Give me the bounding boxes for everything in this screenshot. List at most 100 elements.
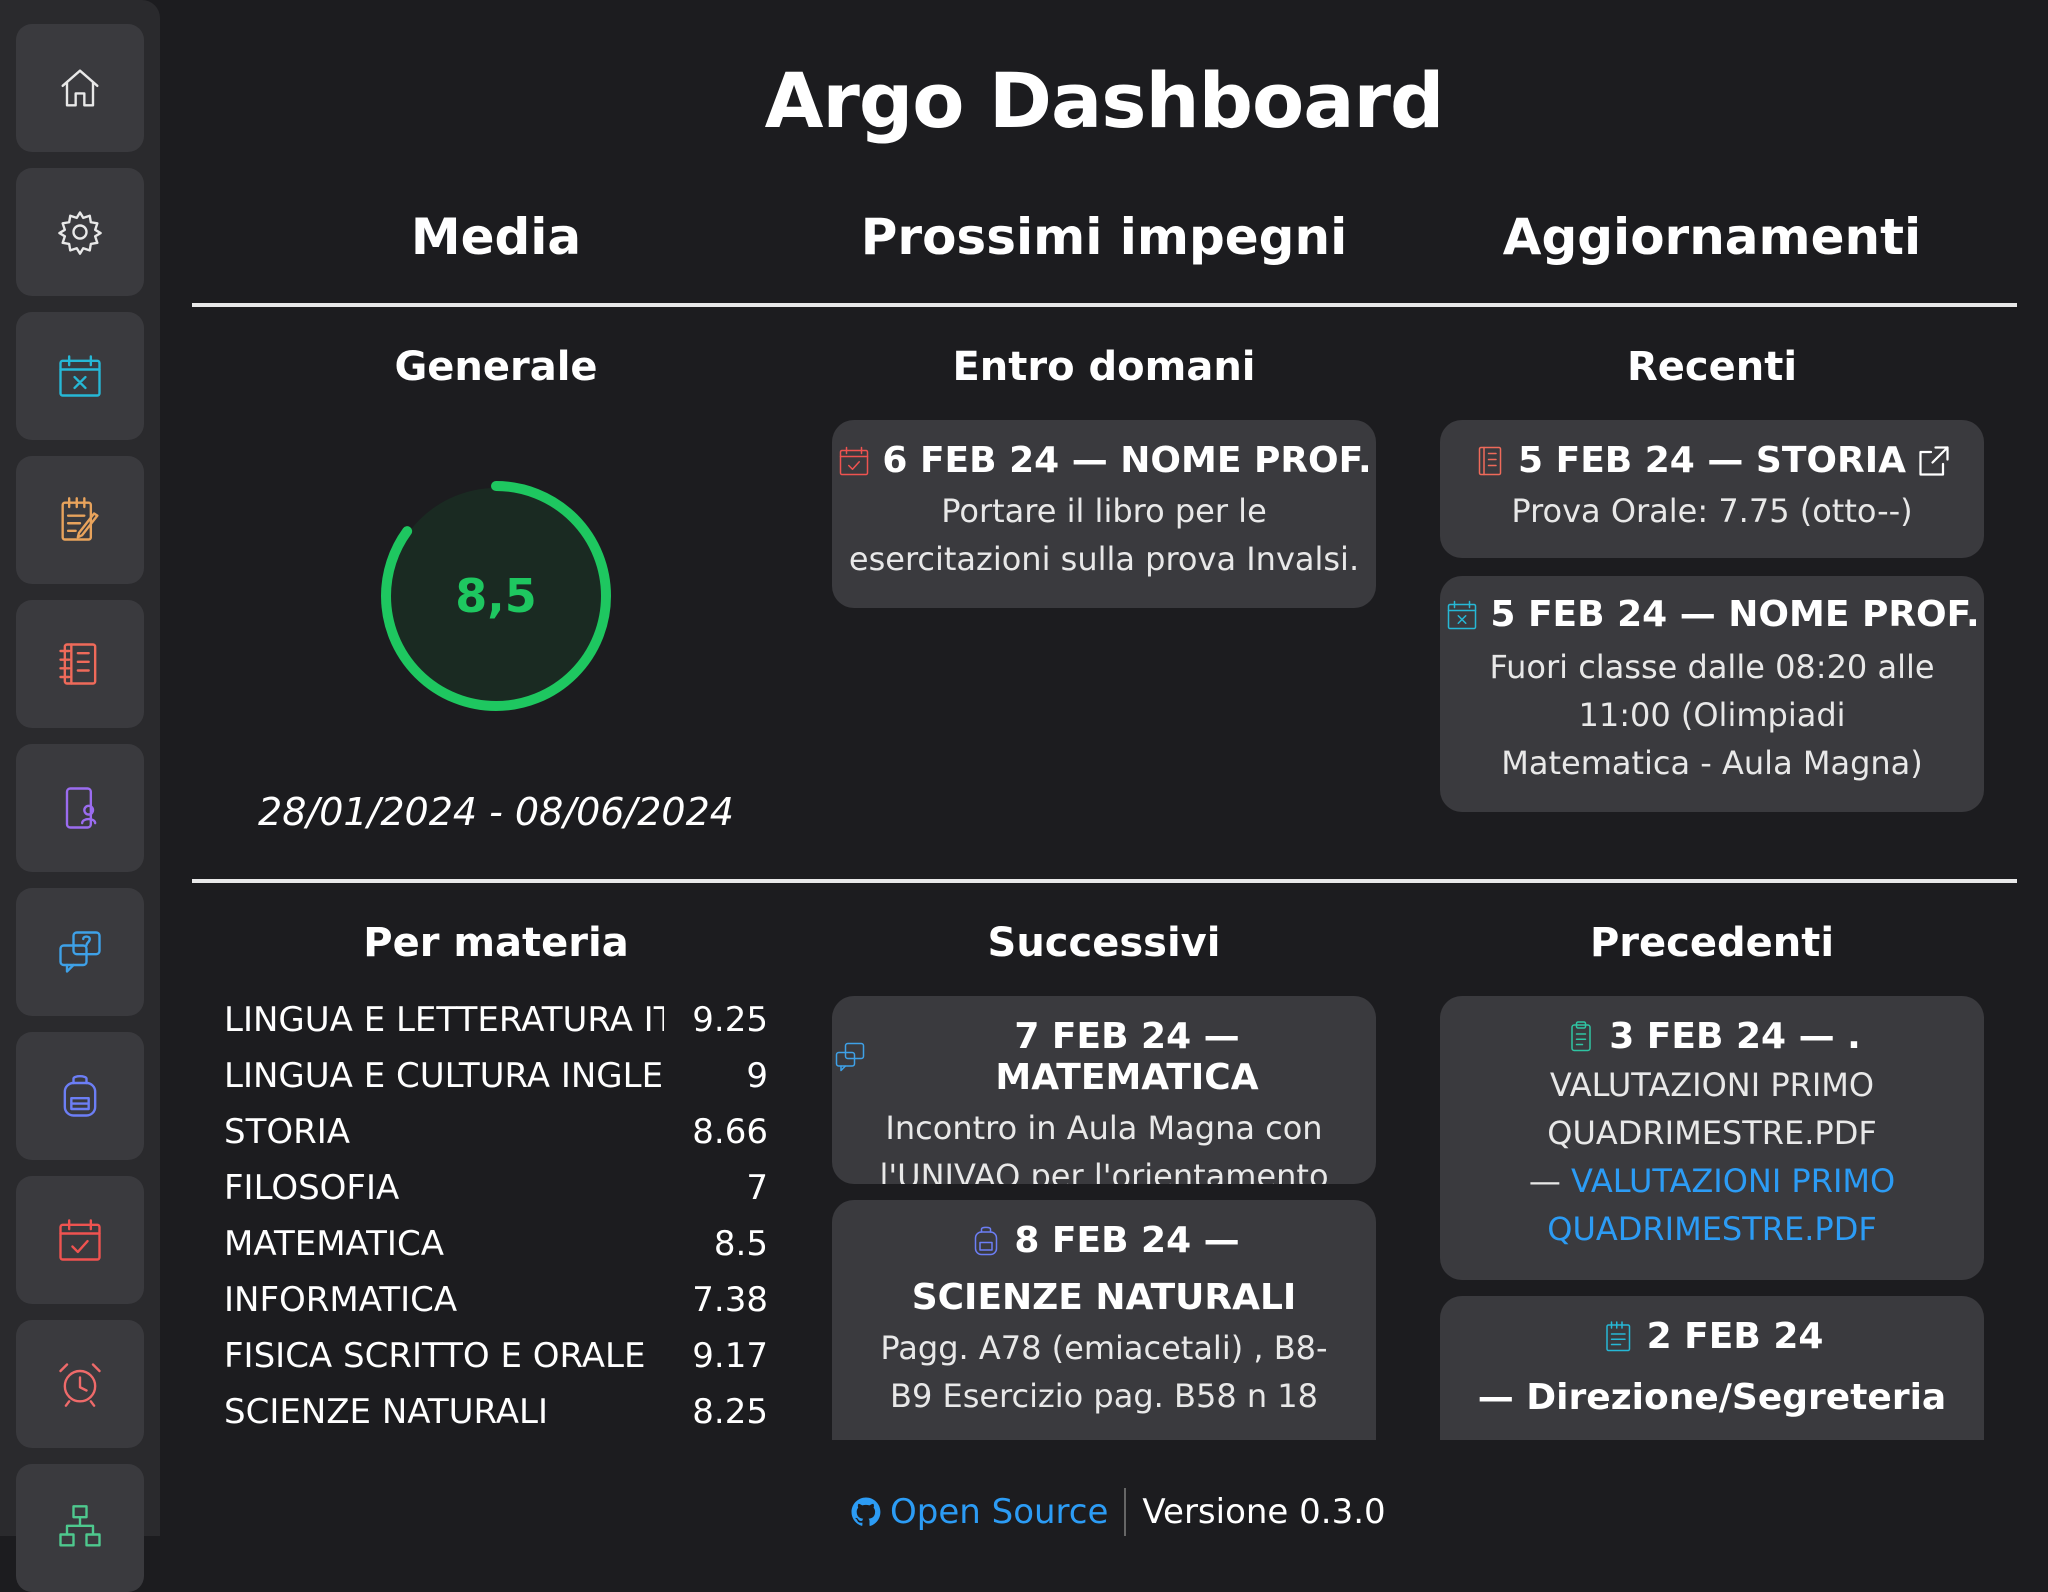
chat-question-icon <box>59 931 101 973</box>
subject-name: LINGUA E CULTURA INGLESE <box>224 1056 664 1096</box>
subject-name: FISICA SCRITTO E ORALE <box>224 1336 646 1376</box>
footer: Open Source Versione 0.3.0 <box>850 1488 1386 1536</box>
subject-average: 8.66 <box>692 1112 768 1152</box>
gear-icon <box>58 211 102 255</box>
sidebar-home-button[interactable] <box>16 24 144 152</box>
sidebar-messages-button[interactable] <box>16 888 144 1016</box>
sidebar <box>0 0 160 1592</box>
calendar-x-icon <box>1448 600 1477 629</box>
aggiornamento-card[interactable]: 2 FEB 24 — Direzione/Segreteria <box>1440 1296 1984 1440</box>
aggiornamento-card[interactable]: 3 FEB 24 — . VALUTAZIONI PRIMO QUADRIMES… <box>1440 996 1984 1280</box>
calendar-check-icon <box>59 1219 101 1261</box>
sidebar-tree-button[interactable] <box>16 1464 144 1592</box>
aggiornamento-header: 3 FEB 24 — . <box>1609 1016 1861 1057</box>
subject-average: 7.38 <box>692 1280 768 1320</box>
subject-name: INFORMATICA <box>224 1280 458 1320</box>
sidebar-school-button[interactable] <box>16 1032 144 1160</box>
subject-averages-list: LINGUA E LETTERATURA ITALIANA 9.25 LINGUA… <box>224 992 768 1440</box>
subject-row: FILOSOFIA 7 <box>224 1160 768 1216</box>
subject-average: 9 <box>746 1056 768 1096</box>
subject-name: FILOSOFIA <box>224 1168 400 1208</box>
impegno-header: 8 FEB 24 — <box>1014 1220 1240 1261</box>
impegno-card[interactable]: 7 FEB 24 — MATEMATICA Incontro in Aula M… <box>832 996 1376 1184</box>
aggiornamento-body: VALUTAZIONI PRIMO QUADRIMESTRE.PDF <box>1547 1066 1877 1152</box>
calendar-check-icon <box>840 446 869 475</box>
divider <box>192 879 2017 883</box>
successivi-scroll-area[interactable]: 7 FEB 24 — MATEMATICA Incontro in Aula M… <box>832 992 1376 1440</box>
column-impegni-heading: Prossimi impegni <box>860 208 1348 266</box>
column-media-heading: Media <box>410 208 582 266</box>
subject-row: LINGUA E CULTURA INGLESE 9 <box>224 1048 768 1104</box>
impegno-header: 6 FEB 24 — NOME PROF. <box>882 440 1372 481</box>
sidebar-absences-button[interactable] <box>16 312 144 440</box>
backpack-icon <box>975 1226 998 1255</box>
sidebar-alarm-button[interactable] <box>16 1320 144 1448</box>
successivi-heading: Successivi <box>987 920 1221 966</box>
alarm-clock-icon <box>59 1363 101 1407</box>
subject-name: SCIENZE NATURALI <box>224 1392 549 1432</box>
recenti-heading: Recenti <box>1626 344 1798 390</box>
precedenti-scroll-area[interactable]: 3 FEB 24 — . VALUTAZIONI PRIMO QUADRIMES… <box>1440 992 1984 1440</box>
calendar-x-icon <box>59 355 101 397</box>
phone-person-icon <box>65 787 97 829</box>
clipboard-icon <box>1571 1020 1591 1051</box>
average-value: 8,5 <box>455 569 537 623</box>
impegno-header: 7 FEB 24 — MATEMATICA <box>995 1016 1259 1098</box>
attachment-link[interactable]: VALUTAZIONI PRIMO QUADRIMESTRE.PDF <box>1547 1162 1895 1248</box>
notepad-pen-icon <box>61 497 99 541</box>
github-icon[interactable] <box>850 1496 882 1528</box>
subject-name: STORIA <box>224 1112 351 1152</box>
impegno-subject: SCIENZE NATURALI <box>911 1277 1297 1318</box>
version-label: Versione 0.3.0 <box>1142 1492 1386 1532</box>
home-icon <box>61 69 99 107</box>
aggiornamento-card[interactable]: 5 FEB 24 — STORIA Prova Orale: 7.75 (ott… <box>1440 420 1984 558</box>
column-aggiornamenti-heading: Aggiornamenti <box>1502 208 1922 266</box>
tree-icon <box>59 1505 101 1547</box>
subject-row: STORIA 8.66 <box>224 1104 768 1160</box>
subject-average: 9.17 <box>692 1336 768 1376</box>
sidebar-notes-button[interactable] <box>16 744 144 872</box>
entro-domani-heading: Entro domani <box>952 344 1256 390</box>
sidebar-calendar-button[interactable] <box>16 1176 144 1304</box>
grade-book-icon <box>1478 446 1502 475</box>
impegno-body: Incontro in Aula Magna con l'UNIVAQ per … <box>879 1109 1329 1184</box>
sidebar-grades-button[interactable] <box>16 600 144 728</box>
impegno-body: Portare il libro per le esercitazioni su… <box>848 492 1360 578</box>
per-materia-heading: Per materia <box>363 920 629 966</box>
notepad-icon <box>1605 1320 1630 1351</box>
subject-row: FISICA SCRITTO E ORALE 9.17 <box>224 1328 768 1384</box>
attachment-separator: — <box>1528 1162 1561 1200</box>
aggiornamento-card[interactable]: 5 FEB 24 — NOME PROF. Fuori classe dalle… <box>1440 576 1984 812</box>
backpack-icon <box>63 1075 97 1117</box>
open-source-link[interactable]: Open Source <box>890 1492 1108 1532</box>
divider <box>192 303 2017 307</box>
sidebar-settings-button[interactable] <box>16 168 144 296</box>
average-ring: 8,5 <box>376 476 616 716</box>
average-date-range: 28/01/2024 - 08/06/2024 <box>258 790 734 834</box>
aggiornamento-header: 5 FEB 24 — NOME PROF. <box>1490 594 1980 635</box>
subject-average: 8.25 <box>692 1392 768 1432</box>
sidebar-homework-button[interactable] <box>16 456 144 584</box>
impegno-body: Pagg. A78 (emiacetali) , B8-B9 Esercizio… <box>880 1329 1328 1415</box>
external-link-icon[interactable] <box>1916 443 1952 479</box>
impegno-card[interactable]: 8 FEB 24 — SCIENZE NATURALI Pagg. A78 (e… <box>832 1200 1376 1440</box>
aggiornamento-header: 2 FEB 24 <box>1646 1316 1824 1357</box>
aggiornamento-sender: — Direzione/Segreteria <box>1477 1377 1947 1418</box>
precedenti-heading: Precedenti <box>1589 920 1835 966</box>
footer-separator <box>1124 1488 1127 1536</box>
chat-question-icon <box>835 1042 865 1072</box>
aggiornamento-body: Prova Orale: 7.75 (otto--) <box>1511 492 1913 530</box>
subject-average: 7 <box>746 1168 768 1208</box>
subject-name: LINGUA E LETTERATURA ITALIANA <box>224 1000 664 1040</box>
subject-name: MATEMATICA <box>224 1224 444 1264</box>
subject-row: INFORMATICA 7.38 <box>224 1272 768 1328</box>
generale-heading: Generale <box>394 344 598 390</box>
aggiornamento-header: 5 FEB 24 — STORIA <box>1518 440 1906 481</box>
subject-row: SCIENZE NATURALI 8.25 <box>224 1384 768 1440</box>
aggiornamento-body: Fuori classe dalle 08:20 alle 11:00 (Oli… <box>1489 648 1935 782</box>
impegno-card[interactable]: 6 FEB 24 — NOME PROF. Portare il libro p… <box>832 420 1376 608</box>
subject-row: MATEMATICA 8.5 <box>224 1216 768 1272</box>
subject-average: 9.25 <box>692 1000 768 1040</box>
page-title: Argo Dashboard <box>764 56 1445 145</box>
subject-row: LINGUA E LETTERATURA ITALIANA 9.25 <box>224 992 768 1048</box>
